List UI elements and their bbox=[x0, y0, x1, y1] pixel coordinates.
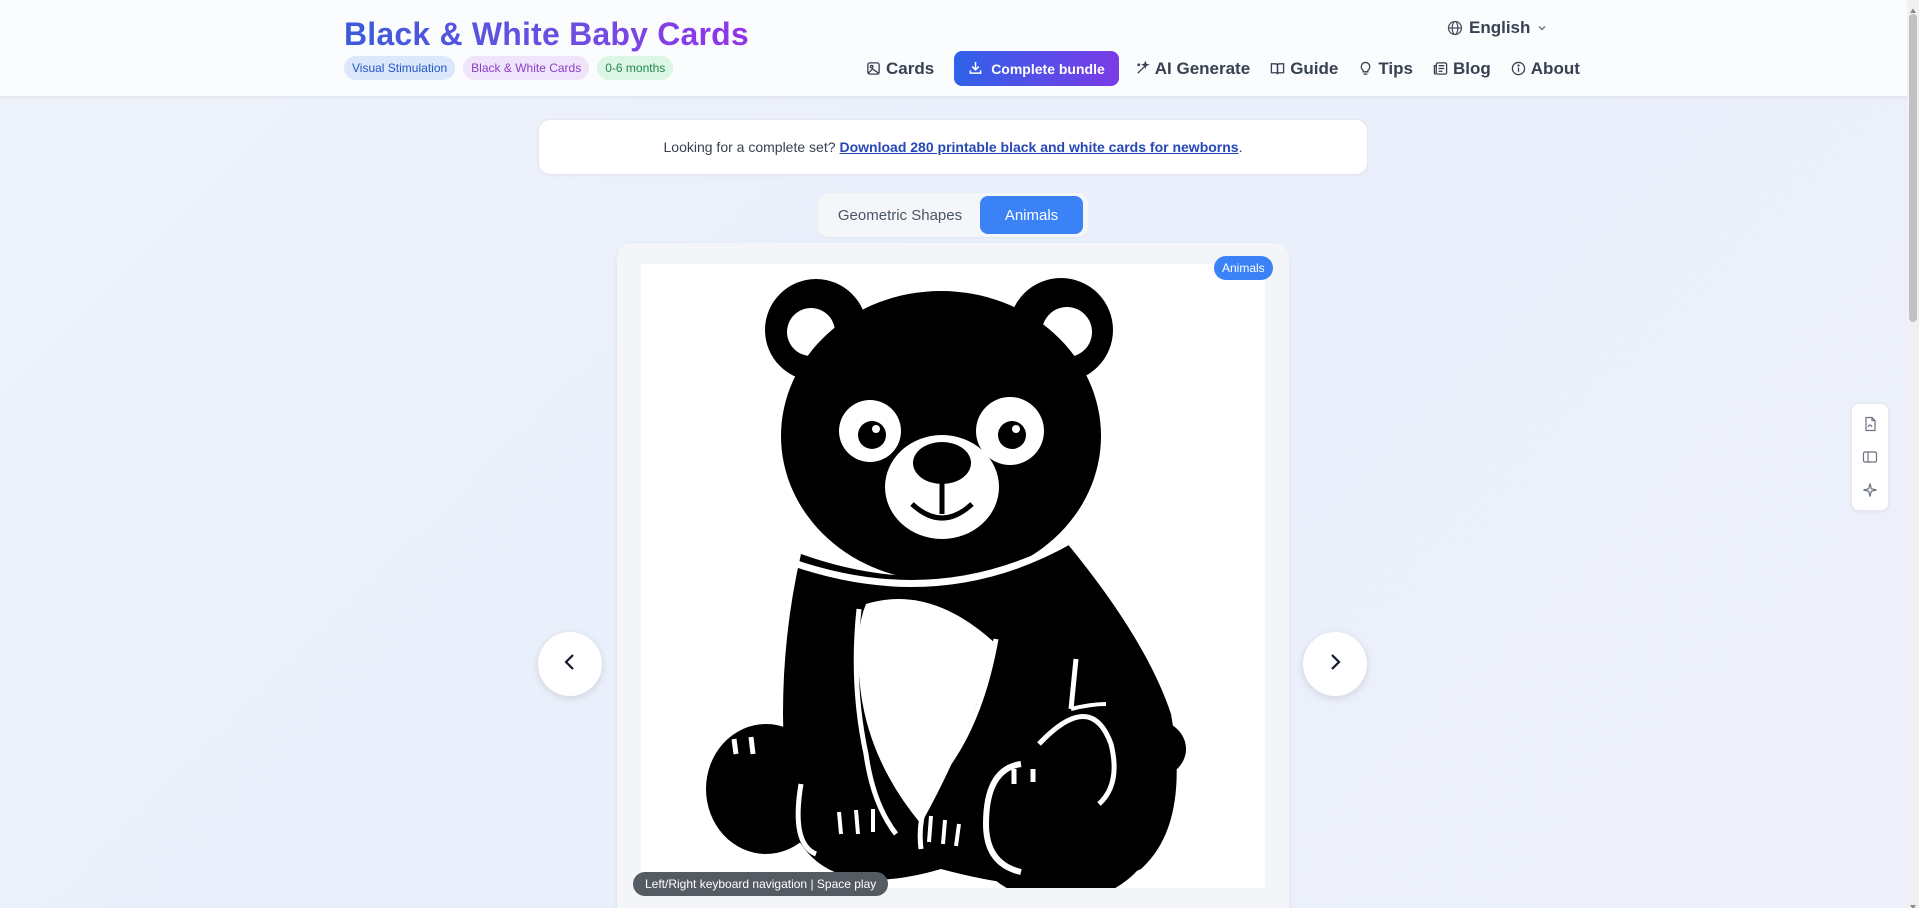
nav-about-label: About bbox=[1530, 58, 1580, 78]
category-badge: Animals bbox=[1214, 256, 1273, 280]
nav-guide-label: Guide bbox=[1290, 58, 1339, 78]
nav-guide[interactable]: Guide bbox=[1270, 59, 1338, 79]
bundle-promo-banner: Looking for a complete set? Download 280… bbox=[538, 119, 1368, 175]
bear-illustration bbox=[706, 278, 1186, 902]
scroll-down-arrow-icon[interactable] bbox=[1909, 898, 1917, 908]
pdf-icon[interactable] bbox=[1862, 416, 1878, 432]
scroll-up-arrow-icon[interactable] bbox=[1909, 2, 1917, 13]
banner-text: Looking for a complete set? bbox=[663, 139, 836, 155]
keyboard-hint: Left/Right keyboard navigation | Space p… bbox=[633, 872, 889, 896]
language-label: English bbox=[1469, 18, 1531, 37]
tag-list: Visual Stimulation Black & White Cards 0… bbox=[344, 56, 674, 80]
tag-visual-stimulation: Visual Stimulation bbox=[344, 56, 456, 80]
nav-about[interactable]: About bbox=[1511, 59, 1580, 79]
download-icon bbox=[968, 60, 983, 78]
nav-blog-label: Blog bbox=[1453, 58, 1491, 78]
tab-animals[interactable]: Animals bbox=[980, 196, 1083, 234]
chevron-left-icon bbox=[560, 652, 580, 677]
sparkle-icon[interactable] bbox=[1862, 482, 1878, 498]
side-toolbar bbox=[1851, 403, 1889, 511]
nav-ai-generate[interactable]: AI Generate bbox=[1135, 59, 1250, 79]
tag-age-range: 0-6 months bbox=[597, 56, 674, 80]
nav-blog[interactable]: Blog bbox=[1433, 59, 1491, 79]
chevron-right-icon bbox=[1325, 652, 1345, 677]
card-image[interactable] bbox=[641, 264, 1265, 902]
tab-geometric-shapes[interactable]: Geometric Shapes bbox=[820, 196, 980, 234]
chevron-down-icon bbox=[1536, 22, 1548, 34]
complete-bundle-label: Complete bundle bbox=[991, 60, 1105, 77]
complete-bundle-button[interactable]: Complete bundle bbox=[954, 51, 1119, 86]
sidebar-icon[interactable] bbox=[1862, 449, 1878, 465]
magic-wand-icon bbox=[1135, 61, 1150, 76]
nav-cards-label: Cards bbox=[886, 58, 935, 78]
tag-black-white-cards: Black & White Cards bbox=[463, 56, 590, 80]
next-card-button[interactable] bbox=[1303, 632, 1367, 696]
lightbulb-icon bbox=[1358, 61, 1373, 76]
nav-ai-generate-label: AI Generate bbox=[1154, 58, 1251, 78]
banner-suffix: . bbox=[1238, 139, 1243, 155]
info-icon bbox=[1511, 61, 1526, 76]
site-header: Black & White Baby Cards Visual Stimulat… bbox=[0, 0, 1907, 97]
nav-cards[interactable]: Cards bbox=[866, 59, 934, 79]
main-nav: Cards Complete bundle AI Generate Guide … bbox=[866, 51, 1600, 86]
site-title[interactable]: Black & White Baby Cards bbox=[344, 16, 749, 53]
newspaper-icon bbox=[1433, 61, 1448, 76]
book-icon bbox=[1270, 61, 1285, 76]
image-icon bbox=[866, 61, 881, 76]
previous-card-button[interactable] bbox=[538, 632, 602, 696]
scrollbar-thumb[interactable] bbox=[1909, 14, 1917, 322]
category-tabs: Geometric Shapes Animals bbox=[818, 193, 1088, 237]
globe-icon bbox=[1447, 20, 1463, 36]
nav-tips-label: Tips bbox=[1378, 58, 1413, 78]
bundle-download-link[interactable]: Download 280 printable black and white c… bbox=[840, 139, 1239, 155]
nav-tips[interactable]: Tips bbox=[1358, 59, 1413, 79]
language-selector[interactable]: English bbox=[1447, 18, 1548, 38]
